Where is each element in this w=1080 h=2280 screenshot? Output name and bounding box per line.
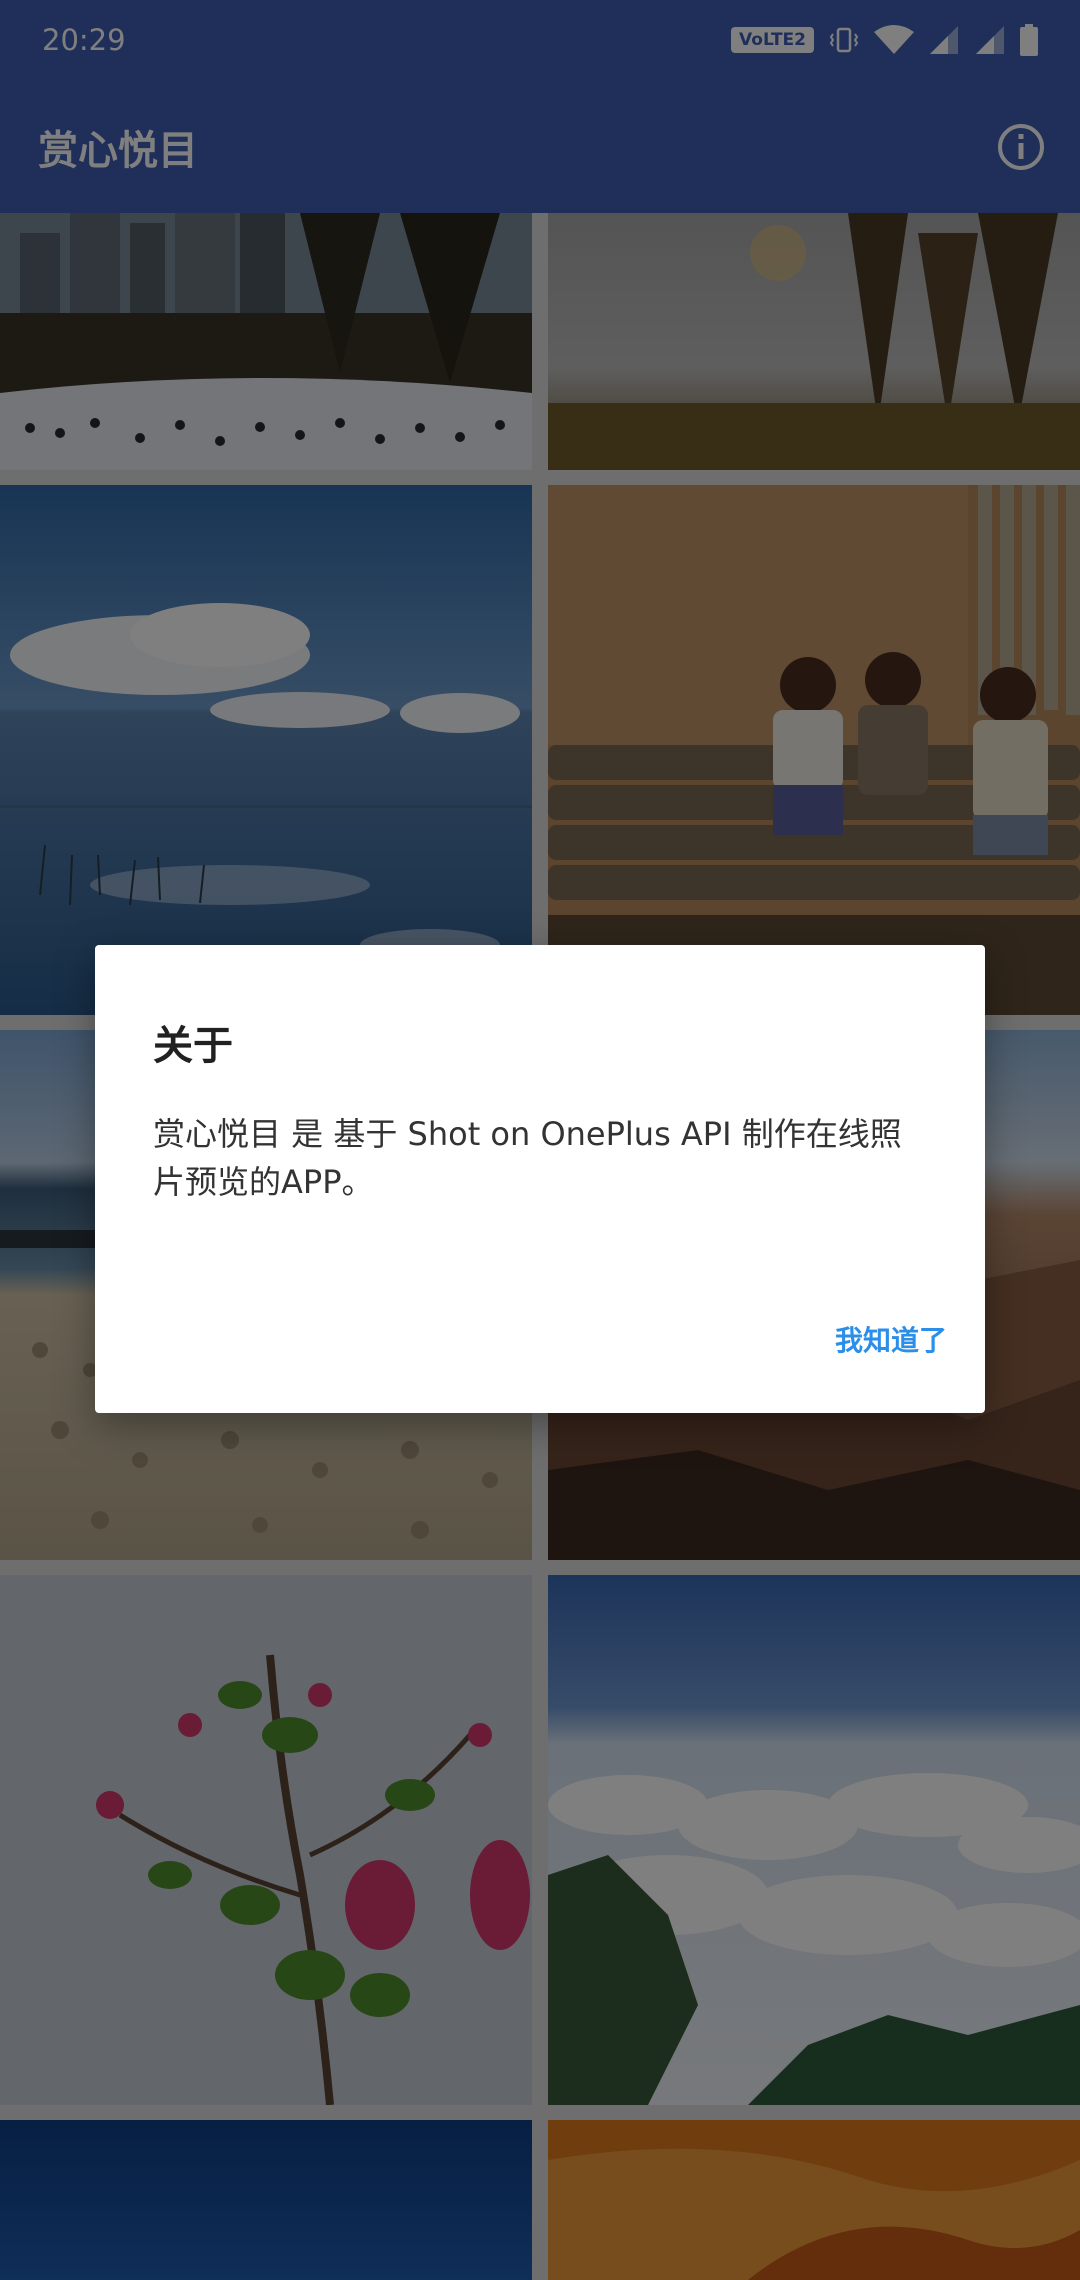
dialog-title: 关于 — [153, 1023, 233, 1069]
app-root: 20:29 VoLTE2 赏心悦目 — [0, 0, 1080, 2280]
about-dialog: 关于 赏心悦目 是 基于 Shot on OnePlus API 制作在线照片预… — [95, 945, 985, 1413]
confirm-button[interactable]: 我知道了 — [835, 1305, 947, 1373]
dialog-message: 赏心悦目 是 基于 Shot on OnePlus API 制作在线照片预览的A… — [153, 1115, 902, 1201]
